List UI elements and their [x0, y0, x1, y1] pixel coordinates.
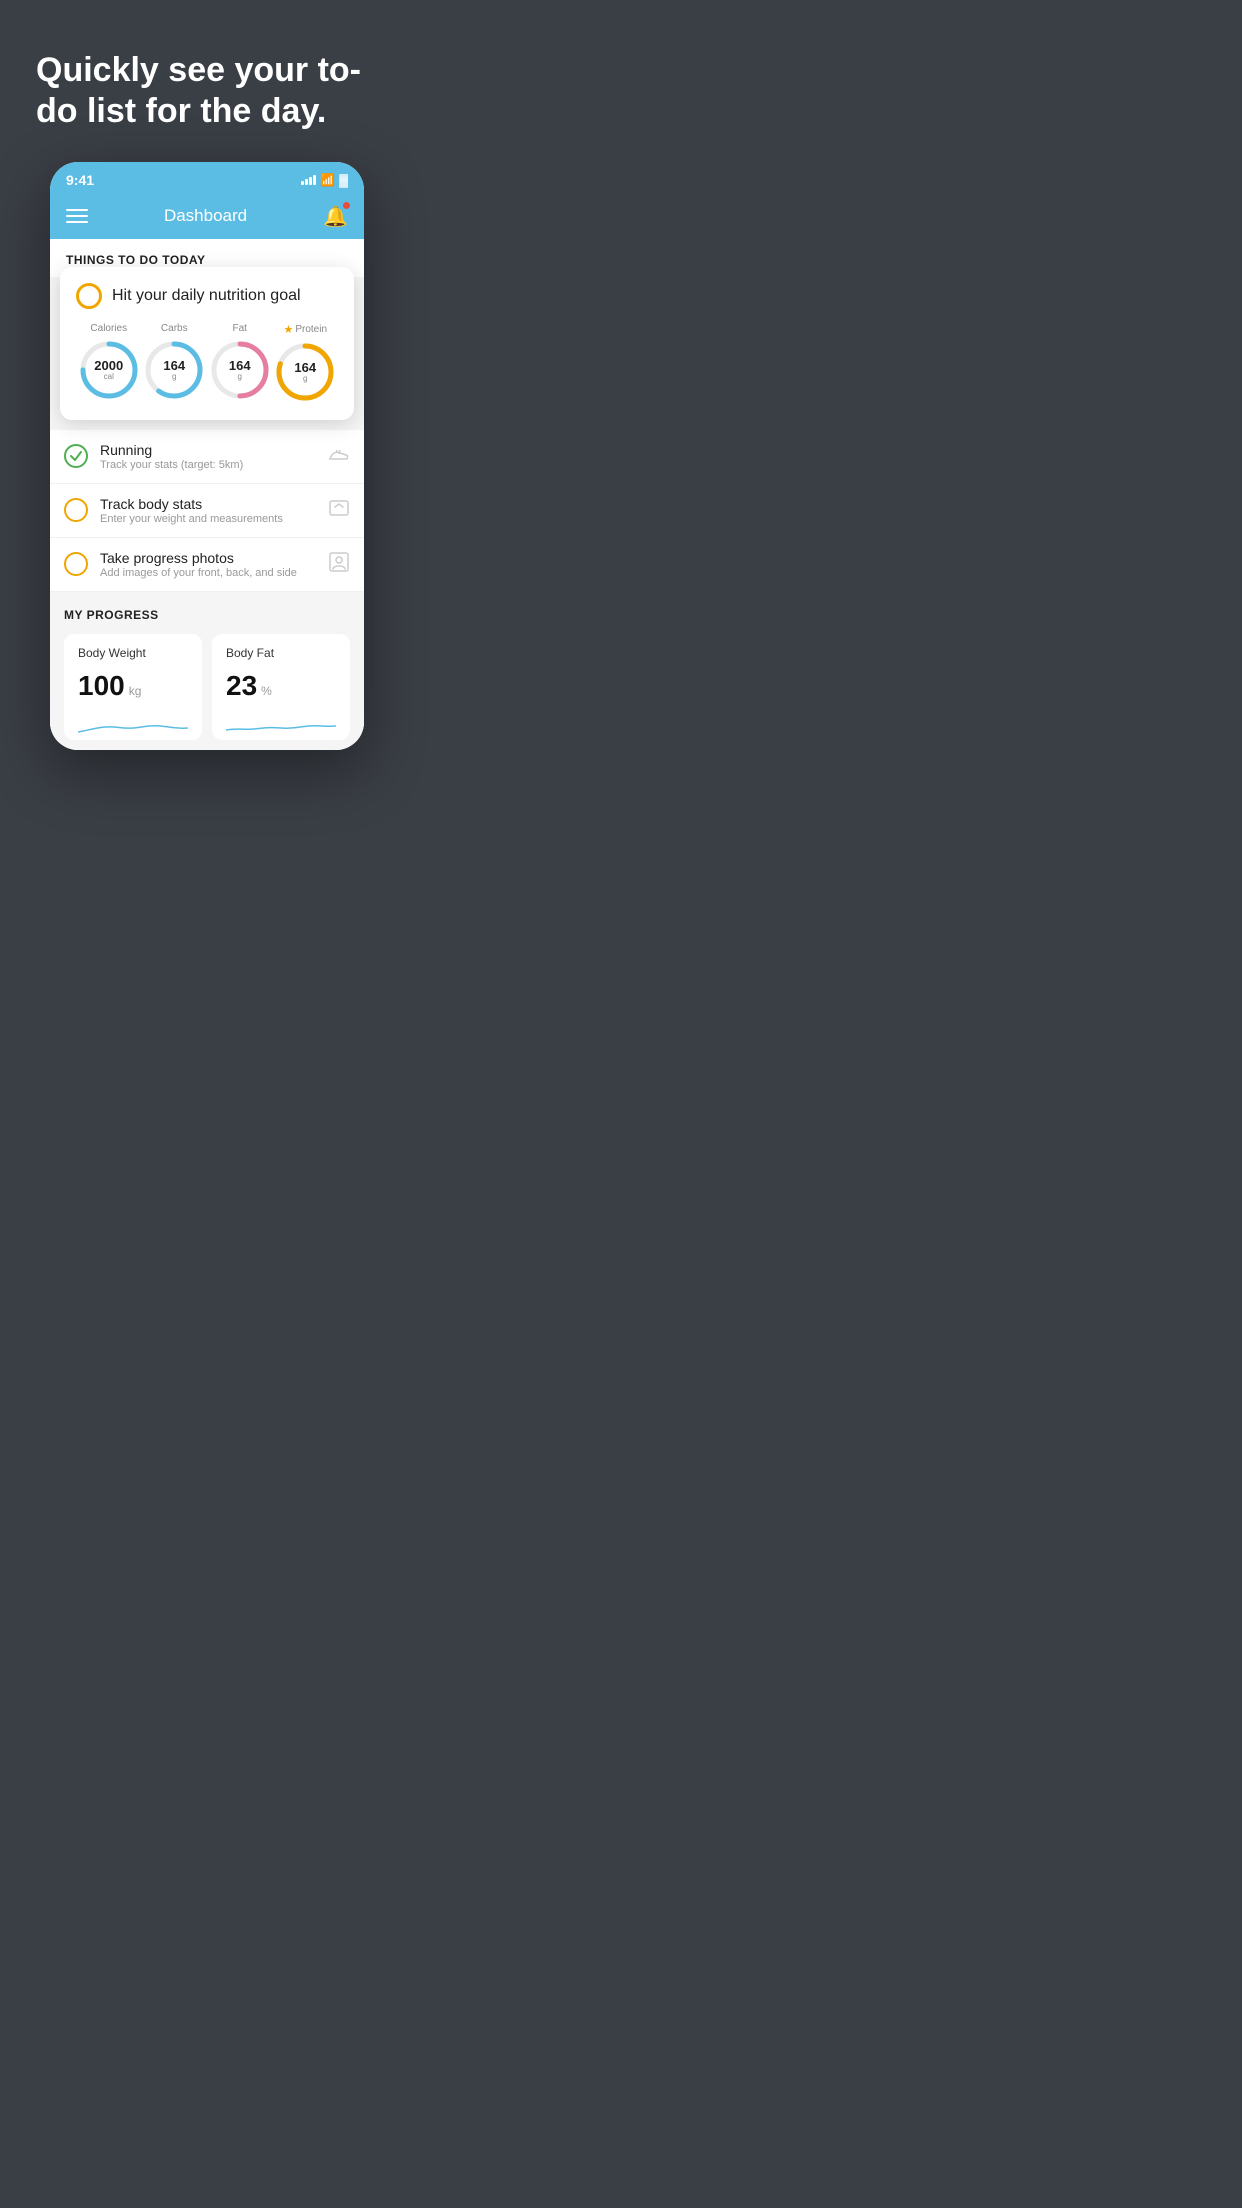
progress-section-title: MY PROGRESS	[64, 608, 350, 622]
fat-donut: 164 g	[208, 338, 272, 402]
body-fat-card[interactable]: Body Fat 23 %	[212, 634, 350, 740]
body-weight-value-row: 100 kg	[78, 670, 188, 702]
fat-value: 164	[229, 359, 251, 372]
photos-title: Take progress photos	[100, 550, 316, 566]
protein-value: 164	[294, 361, 316, 374]
body-weight-card[interactable]: Body Weight 100 kg	[64, 634, 202, 740]
body-weight-svg	[78, 710, 188, 740]
todo-item-body-stats[interactable]: Track body stats Enter your weight and m…	[50, 484, 364, 538]
protein-unit: g	[294, 374, 316, 383]
scale-svg	[328, 497, 350, 519]
hero-title: Quickly see your to-do list for the day.	[36, 50, 378, 132]
nav-title: Dashboard	[164, 206, 247, 226]
progress-cards: Body Weight 100 kg Body Fat 23	[64, 634, 350, 740]
body-fat-card-title: Body Fat	[226, 646, 336, 660]
todo-item-running[interactable]: Running Track your stats (target: 5km)	[50, 430, 364, 484]
nutrition-carbs: Carbs 164 g	[142, 323, 206, 402]
body-stats-checkbox[interactable]	[64, 498, 88, 522]
photos-subtitle: Add images of your front, back, and side	[100, 567, 316, 579]
body-weight-value: 100	[78, 670, 125, 702]
body-stats-subtitle: Enter your weight and measurements	[100, 513, 316, 525]
body-weight-unit: kg	[129, 684, 142, 698]
shoe-icon	[328, 445, 350, 463]
body-stats-title: Track body stats	[100, 496, 316, 512]
nav-bar: Dashboard 🔔	[50, 194, 364, 239]
nutrition-protein: ★ Protein 164 g	[273, 323, 337, 404]
photos-text: Take progress photos Add images of your …	[100, 550, 316, 579]
nutrition-card-title: Hit your daily nutrition goal	[112, 287, 301, 305]
signal-icon	[301, 175, 316, 185]
todo-list: Running Track your stats (target: 5km) T…	[50, 430, 364, 592]
running-text: Running Track your stats (target: 5km)	[100, 442, 316, 471]
todo-item-photos[interactable]: Take progress photos Add images of your …	[50, 538, 364, 592]
body-fat-value: 23	[226, 670, 257, 702]
notification-badge	[343, 202, 350, 209]
scale-icon	[328, 497, 350, 524]
nutrition-checkbox[interactable]	[76, 283, 102, 309]
body-weight-card-title: Body Weight	[78, 646, 188, 660]
wifi-icon: 📶	[320, 173, 335, 187]
nutrition-card: Hit your daily nutrition goal Calories 2…	[60, 267, 354, 420]
check-icon	[70, 451, 82, 461]
protein-label: ★ Protein	[283, 323, 327, 336]
status-icons: 📶 ▓	[301, 173, 348, 187]
body-stats-text: Track body stats Enter your weight and m…	[100, 496, 316, 525]
status-time: 9:41	[66, 172, 94, 188]
calories-label: Calories	[90, 323, 127, 334]
body-weight-chart	[78, 710, 188, 740]
nutrition-calories: Calories 2000 cal	[77, 323, 141, 402]
nutrition-fat: Fat 164 g	[208, 323, 272, 402]
person-icon	[328, 551, 350, 578]
status-bar: 9:41 📶 ▓	[50, 162, 364, 194]
protein-donut: 164 g	[273, 340, 337, 404]
main-content: THINGS TO DO TODAY Hit your daily nutrit…	[50, 239, 364, 750]
running-checkbox[interactable]	[64, 444, 88, 468]
running-title: Running	[100, 442, 316, 458]
nutrition-grid: Calories 2000 cal Carbs	[76, 323, 338, 404]
running-subtitle: Track your stats (target: 5km)	[100, 459, 316, 471]
carbs-donut: 164 g	[142, 338, 206, 402]
photos-checkbox[interactable]	[64, 552, 88, 576]
star-icon: ★	[283, 323, 293, 336]
body-fat-unit: %	[261, 684, 272, 698]
body-fat-svg	[226, 710, 336, 740]
body-fat-value-row: 23 %	[226, 670, 336, 702]
person-svg	[328, 551, 350, 573]
progress-section: MY PROGRESS Body Weight 100 kg	[50, 592, 364, 750]
calories-value: 2000	[94, 359, 123, 372]
nutrition-card-header: Hit your daily nutrition goal	[76, 283, 338, 309]
menu-button[interactable]	[66, 209, 88, 223]
fat-unit: g	[229, 372, 251, 381]
notifications-button[interactable]: 🔔	[323, 204, 348, 229]
body-fat-chart	[226, 710, 336, 740]
battery-icon: ▓	[339, 173, 348, 187]
carbs-value: 164	[163, 359, 185, 372]
carbs-label: Carbs	[161, 323, 188, 334]
calories-donut: 2000 cal	[77, 338, 141, 402]
calories-unit: cal	[94, 372, 123, 381]
running-icon	[328, 445, 350, 468]
fat-label: Fat	[233, 323, 247, 334]
hero-section: Quickly see your to-do list for the day.	[0, 0, 414, 162]
phone-mockup: 9:41 📶 ▓ Dashboard 🔔 THINGS TO DO TODA	[50, 162, 364, 750]
carbs-unit: g	[163, 372, 185, 381]
